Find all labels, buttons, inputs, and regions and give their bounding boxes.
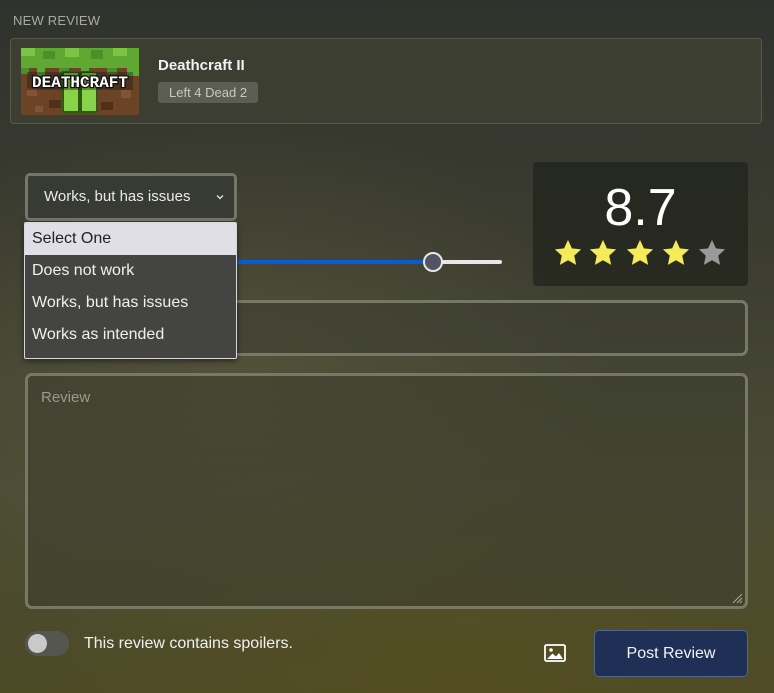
score-value: 8.7 (604, 179, 677, 237)
dropdown-option-does-not-work[interactable]: Does not work (25, 255, 236, 287)
image-icon[interactable] (544, 644, 566, 662)
rating-slider-remaining[interactable] (433, 260, 502, 264)
spoiler-label: This review contains spoilers. (84, 635, 293, 652)
dropdown-option-select-one[interactable]: Select One (25, 223, 236, 255)
star-icon (589, 239, 617, 265)
score-panel: 8.7 (533, 162, 748, 286)
game-card: DEATHCRAFT Deathcraft II Left 4 Dead 2 (10, 38, 762, 124)
star-icon (662, 239, 690, 265)
star-empty-icon (698, 239, 726, 265)
resize-grip-icon[interactable] (731, 592, 743, 604)
new-review-header: NEW REVIEW (13, 13, 101, 28)
game-title: Deathcraft II (158, 57, 245, 74)
parent-game-badge[interactable]: Left 4 Dead 2 (158, 82, 259, 103)
toggle-knob (28, 634, 47, 653)
dropdown-option-works-with-issues[interactable]: Works, but has issues (25, 287, 236, 319)
status-dropdown-menu: Select One Does not work Works, but has … (24, 222, 237, 359)
deathcraft-logo-text: DEATHCRAFT (32, 74, 128, 92)
status-select-value: Works, but has issues (44, 188, 191, 205)
game-thumbnail: DEATHCRAFT (21, 48, 139, 115)
review-placeholder: Review (41, 389, 91, 406)
spoiler-toggle[interactable] (25, 631, 69, 656)
star-icon (626, 239, 654, 265)
star-icon (554, 239, 582, 265)
dropdown-option-works-as-intended[interactable]: Works as intended (25, 319, 236, 351)
chevron-down-icon (216, 195, 224, 200)
post-review-button[interactable]: Post Review (594, 630, 748, 677)
status-select[interactable]: Works, but has issues (25, 173, 237, 221)
rating-slider-thumb[interactable] (423, 252, 443, 272)
review-textarea[interactable]: Review (25, 373, 748, 609)
